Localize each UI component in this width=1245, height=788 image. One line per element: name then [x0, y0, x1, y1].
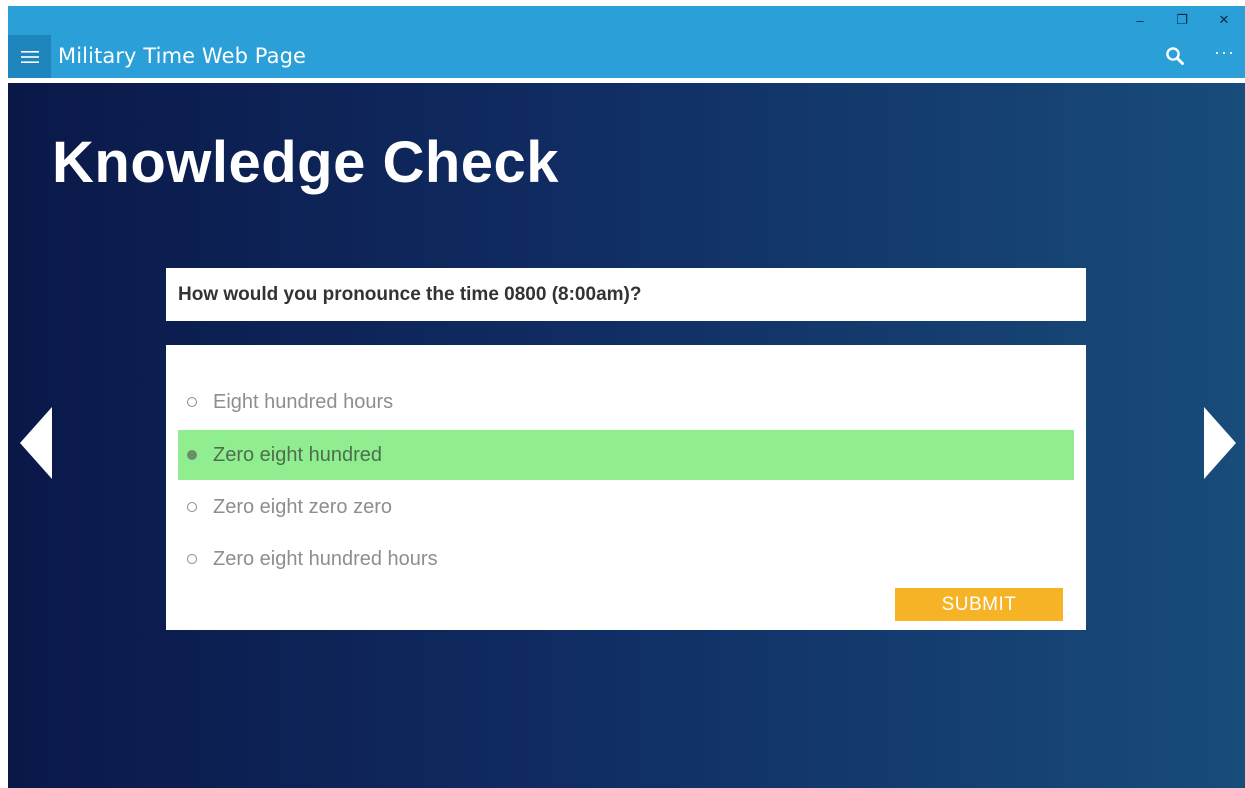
answer-option-selected[interactable]: Zero eight hundred [178, 430, 1074, 480]
answer-label: Eight hundred hours [213, 390, 394, 413]
answer-label: Zero eight hundred [213, 443, 383, 466]
menu-button[interactable] [8, 35, 51, 78]
radio-button[interactable] [187, 554, 197, 564]
more-icon: ··· [1214, 42, 1235, 62]
hamburger-icon [20, 50, 39, 63]
next-button[interactable] [1202, 407, 1236, 479]
maximize-button[interactable]: ❐ [1161, 6, 1203, 34]
answers-panel: Eight hundred hours Zero eight hundred Z… [166, 345, 1086, 630]
answer-label: Zero eight zero zero [213, 495, 392, 518]
radio-button[interactable] [187, 502, 197, 512]
close-button[interactable]: ✕ [1203, 6, 1245, 34]
minimize-button[interactable]: – [1119, 6, 1161, 34]
submit-button[interactable]: SUBMIT [895, 588, 1063, 621]
question-text: How would you pronounce the time 0800 (8… [178, 283, 642, 305]
search-button[interactable] [1163, 44, 1187, 68]
radio-button[interactable] [187, 450, 197, 460]
previous-button[interactable] [20, 407, 54, 479]
window-controls: – ❐ ✕ [1119, 6, 1245, 34]
page-title: Knowledge Check [52, 130, 560, 195]
main-content: Knowledge Check How would you pronounce … [8, 83, 1245, 788]
answer-option[interactable]: Eight hundred hours [178, 377, 1074, 427]
answer-option[interactable]: Zero eight zero zero [178, 482, 1074, 532]
app-title: Military Time Web Page [58, 44, 307, 68]
chevron-right-icon [1204, 407, 1236, 479]
more-button[interactable]: ··· [1214, 42, 1235, 63]
app-window: – ❐ ✕ Military Time Web Page ··· Knowled… [8, 6, 1245, 788]
title-bar: – ❐ ✕ Military Time Web Page ··· [8, 6, 1245, 78]
answer-label: Zero eight hundred hours [213, 547, 438, 570]
search-icon [1166, 47, 1184, 65]
radio-button[interactable] [187, 397, 197, 407]
question-panel: How would you pronounce the time 0800 (8… [166, 268, 1086, 321]
chevron-left-icon [20, 407, 52, 479]
answer-option[interactable]: Zero eight hundred hours [178, 534, 1074, 584]
